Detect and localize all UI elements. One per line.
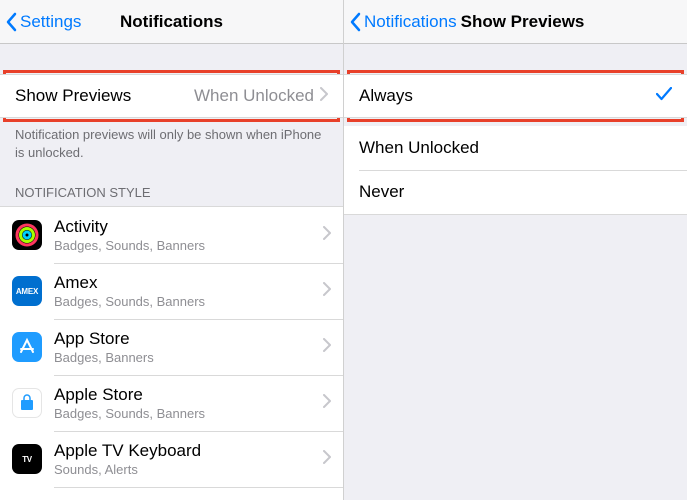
back-button-notifications[interactable]: Notifications bbox=[350, 12, 457, 32]
app-texts: Amex Badges, Sounds, Banners bbox=[54, 273, 323, 309]
amex-icon: AMEX bbox=[12, 276, 42, 306]
option-label: Never bbox=[359, 182, 672, 202]
back-label: Notifications bbox=[364, 12, 457, 32]
page-title: Notifications bbox=[120, 12, 223, 32]
option-always-wrap: Always bbox=[344, 74, 687, 118]
chevron-left-icon bbox=[350, 12, 362, 32]
applestore-icon bbox=[12, 388, 42, 418]
app-texts: Apple TV Keyboard Sounds, Alerts bbox=[54, 441, 323, 477]
spacer bbox=[344, 44, 687, 74]
show-previews-label: Show Previews bbox=[15, 86, 194, 106]
appletv-icon: TV bbox=[12, 444, 42, 474]
app-name: Apple Store bbox=[54, 385, 323, 405]
app-row-appletv[interactable]: TV Apple TV Keyboard Sounds, Alerts bbox=[0, 431, 343, 487]
show-previews-row[interactable]: Show Previews When Unlocked bbox=[0, 74, 343, 118]
back-label: Settings bbox=[20, 12, 81, 32]
app-name: Amex bbox=[54, 273, 323, 293]
back-button-settings[interactable]: Settings bbox=[6, 12, 81, 32]
show-previews-value: When Unlocked bbox=[194, 86, 314, 106]
chevron-right-icon bbox=[320, 87, 328, 106]
app-texts: App Store Badges, Banners bbox=[54, 329, 323, 365]
app-sub: Badges, Sounds, Banners bbox=[54, 294, 323, 309]
option-label: When Unlocked bbox=[359, 138, 672, 158]
app-sub: Badges, Sounds, Banners bbox=[54, 238, 323, 253]
app-texts: Apple Store Badges, Sounds, Banners bbox=[54, 385, 323, 421]
option-never[interactable]: Never bbox=[344, 170, 687, 214]
show-previews-footer: Notification previews will only be shown… bbox=[0, 118, 343, 179]
app-name: Apple TV Keyboard bbox=[54, 441, 323, 461]
options-group: When Unlocked Never bbox=[344, 126, 687, 215]
option-when-unlocked[interactable]: When Unlocked bbox=[344, 126, 687, 170]
option-label: Always bbox=[359, 86, 656, 106]
notification-style-header: NOTIFICATION STYLE bbox=[0, 179, 343, 206]
app-name: App Store bbox=[54, 329, 323, 349]
notifications-panel: Settings Notifications Show Previews Whe… bbox=[0, 0, 343, 500]
navbar-right: Notifications Show Previews bbox=[344, 0, 687, 44]
app-sub: Badges, Banners bbox=[54, 350, 323, 365]
app-row-calendar[interactable]: Thursday 9 Calendar Off bbox=[0, 487, 343, 500]
show-previews-panel: Notifications Show Previews Always When … bbox=[343, 0, 687, 500]
app-row-applestore[interactable]: Apple Store Badges, Sounds, Banners bbox=[0, 375, 343, 431]
activity-icon bbox=[12, 220, 42, 250]
app-row-amex[interactable]: AMEX Amex Badges, Sounds, Banners bbox=[0, 263, 343, 319]
chevron-right-icon bbox=[323, 282, 331, 301]
chevron-left-icon bbox=[6, 12, 18, 32]
app-row-appstore[interactable]: App Store Badges, Banners bbox=[0, 319, 343, 375]
navbar-left: Settings Notifications bbox=[0, 0, 343, 44]
spacer bbox=[0, 44, 343, 74]
chevron-right-icon bbox=[323, 450, 331, 469]
app-name: Activity bbox=[54, 217, 323, 237]
chevron-right-icon bbox=[323, 394, 331, 413]
app-row-activity[interactable]: Activity Badges, Sounds, Banners bbox=[0, 207, 343, 263]
show-previews-wrap: Show Previews When Unlocked bbox=[0, 74, 343, 118]
chevron-right-icon bbox=[323, 226, 331, 245]
app-list: Activity Badges, Sounds, Banners AMEX Am… bbox=[0, 206, 343, 500]
app-sub: Badges, Sounds, Banners bbox=[54, 406, 323, 421]
app-texts: Activity Badges, Sounds, Banners bbox=[54, 217, 323, 253]
chevron-right-icon bbox=[323, 338, 331, 357]
app-sub: Sounds, Alerts bbox=[54, 462, 323, 477]
appstore-icon bbox=[12, 332, 42, 362]
option-always[interactable]: Always bbox=[344, 74, 687, 118]
page-title: Show Previews bbox=[461, 12, 585, 32]
checkmark-icon bbox=[656, 87, 672, 106]
